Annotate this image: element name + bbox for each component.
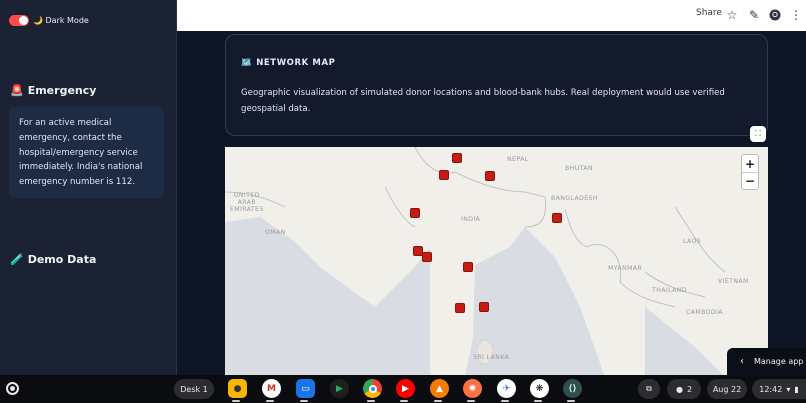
zoom-out-button[interactable]: −: [742, 172, 758, 189]
terminal-app-icon[interactable]: ⟨⟩: [563, 379, 582, 398]
network-map-title: NETWORK MAP: [256, 58, 336, 68]
map-label-nepal: NEPAL: [507, 156, 529, 163]
desk-button[interactable]: Desk 1: [174, 379, 214, 399]
fullscreen-button[interactable]: ⛶: [750, 126, 766, 142]
chrome-app-icon[interactable]: [363, 379, 382, 398]
vlc-app-icon[interactable]: ▲: [430, 379, 449, 398]
app-header: Share ☆ ✎ ⋮: [177, 0, 806, 31]
battery-icon: ▮: [794, 384, 799, 394]
edit-icon[interactable]: ✎: [745, 6, 763, 24]
status-tray[interactable]: 12:42 ▾ ▮: [752, 379, 806, 399]
test-tube-icon: 🧪: [10, 253, 24, 266]
map-label-sri-lanka: SRI LANKA: [473, 354, 510, 361]
map-label-bhutan: BHUTAN: [565, 165, 593, 172]
bird-app-icon[interactable]: ✈: [497, 379, 516, 398]
gmail-app-icon[interactable]: M: [262, 379, 281, 398]
map-label-vietnam: VIETNAM: [718, 278, 749, 285]
demo-data-heading: 🧪 Demo Data: [10, 253, 96, 266]
map-label-thailand: THAILAND: [652, 287, 687, 294]
map-label-uae: UNITED ARAB EMIRATES: [230, 192, 264, 213]
camera-app-icon[interactable]: ●: [228, 379, 247, 398]
more-menu-icon[interactable]: ⋮: [787, 6, 805, 24]
photos-app-icon[interactable]: ✺: [463, 379, 482, 398]
map-marker[interactable]: [439, 170, 449, 180]
map-marker[interactable]: [422, 252, 432, 262]
emergency-info-card: For an active medical emergency, contact…: [9, 107, 164, 198]
files-app-icon[interactable]: ▭: [296, 379, 315, 398]
star-icon[interactable]: ☆: [723, 6, 741, 24]
zoom-in-button[interactable]: +: [742, 155, 758, 172]
play-store-app-icon[interactable]: ▶: [330, 379, 349, 398]
launcher-icon[interactable]: [6, 382, 19, 395]
network-map-description: Geographic visualization of simulated do…: [241, 88, 725, 114]
emergency-title: Emergency: [27, 84, 97, 97]
map-label-laos: LAOS: [683, 238, 702, 245]
siren-icon: 🚨: [10, 84, 24, 97]
map-marker[interactable]: [410, 208, 420, 218]
do-not-disturb-icon: ●: [675, 384, 683, 394]
manage-app-button[interactable]: ‹ Manage app: [727, 348, 806, 375]
network-map-card: 🗺️ NETWORK MAP Geographic visualization …: [225, 34, 768, 136]
os-shelf: Desk 1 ● M ▭ ▶ ▶ ▲ ✺ ✈ ❋ ⟨⟩ ⧉ ● 2 Aug 22…: [0, 375, 806, 403]
manage-app-label: Manage app: [754, 357, 804, 366]
demo-data-title: Demo Data: [27, 253, 97, 266]
zoom-controls: + −: [741, 154, 759, 190]
map-icon: 🗺️: [241, 58, 253, 68]
notification-count: 2: [686, 384, 693, 394]
clock-time: 12:42: [759, 384, 783, 394]
map-background: [225, 147, 726, 375]
network-map[interactable]: NEPAL BHUTAN UNITED ARAB EMIRATES BANGLA…: [225, 147, 768, 375]
map-marker[interactable]: [485, 171, 495, 181]
github-icon[interactable]: [766, 6, 784, 24]
map-label-india: INDIA: [461, 216, 481, 223]
emergency-heading: 🚨 Emergency: [10, 84, 96, 97]
network-map-heading: 🗺️ NETWORK MAP: [241, 58, 335, 68]
youtube-app-icon[interactable]: ▶: [396, 379, 415, 398]
map-label-bangladesh: BANGLADESH: [551, 195, 598, 202]
main-content: 🗺️ NETWORK MAP Geographic visualization …: [177, 31, 806, 375]
holding-space-icon[interactable]: ⧉: [638, 379, 660, 399]
map-marker[interactable]: [552, 213, 562, 223]
map-label-oman: OMAN: [265, 229, 286, 236]
map-marker[interactable]: [452, 153, 462, 163]
map-marker[interactable]: [463, 262, 473, 272]
map-marker[interactable]: [455, 303, 465, 313]
notification-pill[interactable]: ● 2: [667, 379, 701, 399]
wifi-icon: ▾: [786, 384, 791, 394]
chevron-left-icon: ‹: [740, 356, 744, 367]
emergency-text: For an active medical emergency, contact…: [19, 118, 143, 188]
dark-mode-toggle-row[interactable]: 🌙 Dark Mode: [9, 15, 89, 26]
dark-mode-label: 🌙 Dark Mode: [33, 16, 89, 25]
map-label-myanmar: MYANMAR: [608, 265, 643, 272]
map-label-cambodia: CAMBODIA: [686, 309, 723, 316]
share-button[interactable]: Share: [696, 8, 722, 18]
date-pill[interactable]: Aug 22: [707, 379, 747, 399]
map-marker[interactable]: [479, 302, 489, 312]
sidebar: 🌙 Dark Mode 🚨 Emergency For an active me…: [0, 0, 177, 375]
openai-app-icon[interactable]: ❋: [530, 379, 549, 398]
dark-mode-toggle[interactable]: [9, 15, 29, 26]
